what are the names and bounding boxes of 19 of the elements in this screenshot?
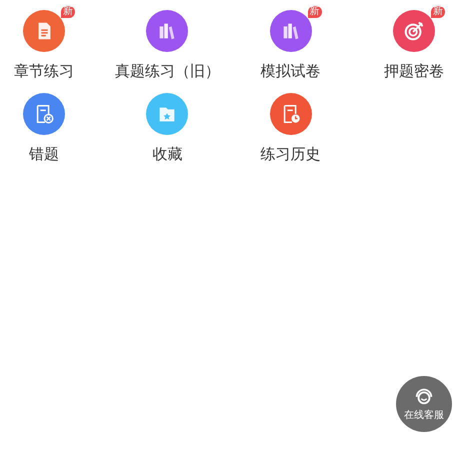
- new-badge: 新: [430, 6, 445, 18]
- new-badge: 新: [308, 6, 322, 18]
- menu-icon-button[interactable]: [146, 93, 188, 135]
- menu-icon-button[interactable]: [146, 10, 188, 52]
- support-button[interactable]: 在线客服: [396, 376, 452, 432]
- menu-label[interactable]: 押题密卷: [384, 62, 444, 81]
- target-icon: [402, 20, 425, 42]
- menu-icon-button[interactable]: [392, 10, 435, 52]
- headset-icon: [413, 386, 435, 406]
- new-badge: 新: [61, 6, 75, 18]
- menu-label[interactable]: 错题: [29, 145, 59, 164]
- menu-icon-button[interactable]: [23, 10, 65, 52]
- menu-label[interactable]: 真题练习（旧）: [114, 62, 220, 81]
- menu-label[interactable]: 练习历史: [260, 145, 321, 164]
- menu-label[interactable]: 章节练习: [14, 62, 74, 81]
- menu-icon-button[interactable]: [270, 93, 312, 135]
- menu-label[interactable]: 收藏: [152, 145, 182, 164]
- menu-label[interactable]: 模拟试卷: [260, 62, 321, 81]
- menu-icon-button[interactable]: [23, 93, 65, 135]
